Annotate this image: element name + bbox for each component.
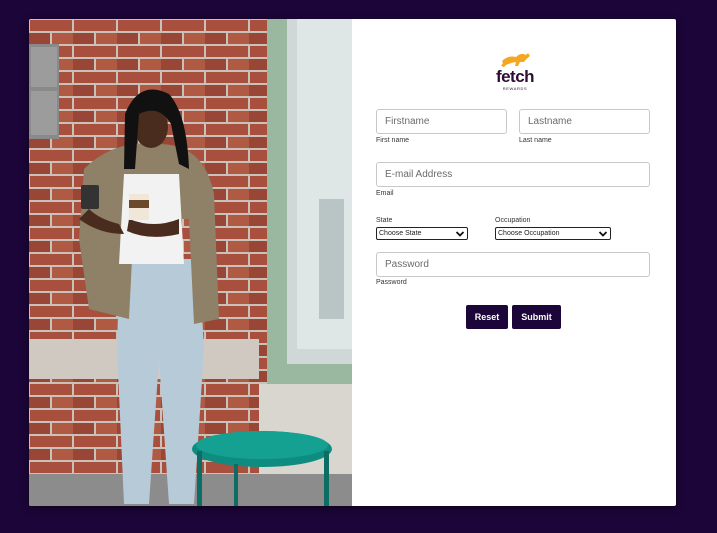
firstname-label: First name: [376, 137, 410, 144]
lastname-label: Last name: [519, 137, 552, 144]
occupation-select[interactable]: Choose Occupation: [495, 227, 611, 240]
email-input[interactable]: [376, 162, 650, 187]
dog-mascot-icon: [501, 53, 530, 67]
password-input[interactable]: [376, 252, 650, 277]
brand-sub: REWARDS: [502, 86, 528, 91]
state-label: State: [376, 217, 393, 224]
reset-button[interactable]: Reset: [466, 305, 508, 329]
occupation-label: Occupation: [495, 217, 531, 224]
signup-form: fetch REWARDS First name Last name Email…: [352, 19, 676, 506]
email-label: Email: [376, 190, 394, 197]
state-select[interactable]: Choose State: [376, 227, 468, 240]
fetch-logo: fetch REWARDS: [490, 49, 540, 93]
password-label: Password: [376, 279, 407, 286]
chevron-down-icon: [455, 230, 465, 237]
state-select-value: Choose State: [379, 230, 422, 237]
signup-card: fetch REWARDS First name Last name Email…: [29, 19, 676, 506]
hero-photo: [29, 19, 352, 506]
lastname-input[interactable]: [519, 109, 650, 134]
occupation-select-value: Choose Occupation: [498, 230, 560, 237]
submit-button[interactable]: Submit: [512, 305, 561, 329]
chevron-down-icon: [598, 230, 608, 237]
firstname-input[interactable]: [376, 109, 507, 134]
brand-name: fetch: [495, 67, 535, 86]
